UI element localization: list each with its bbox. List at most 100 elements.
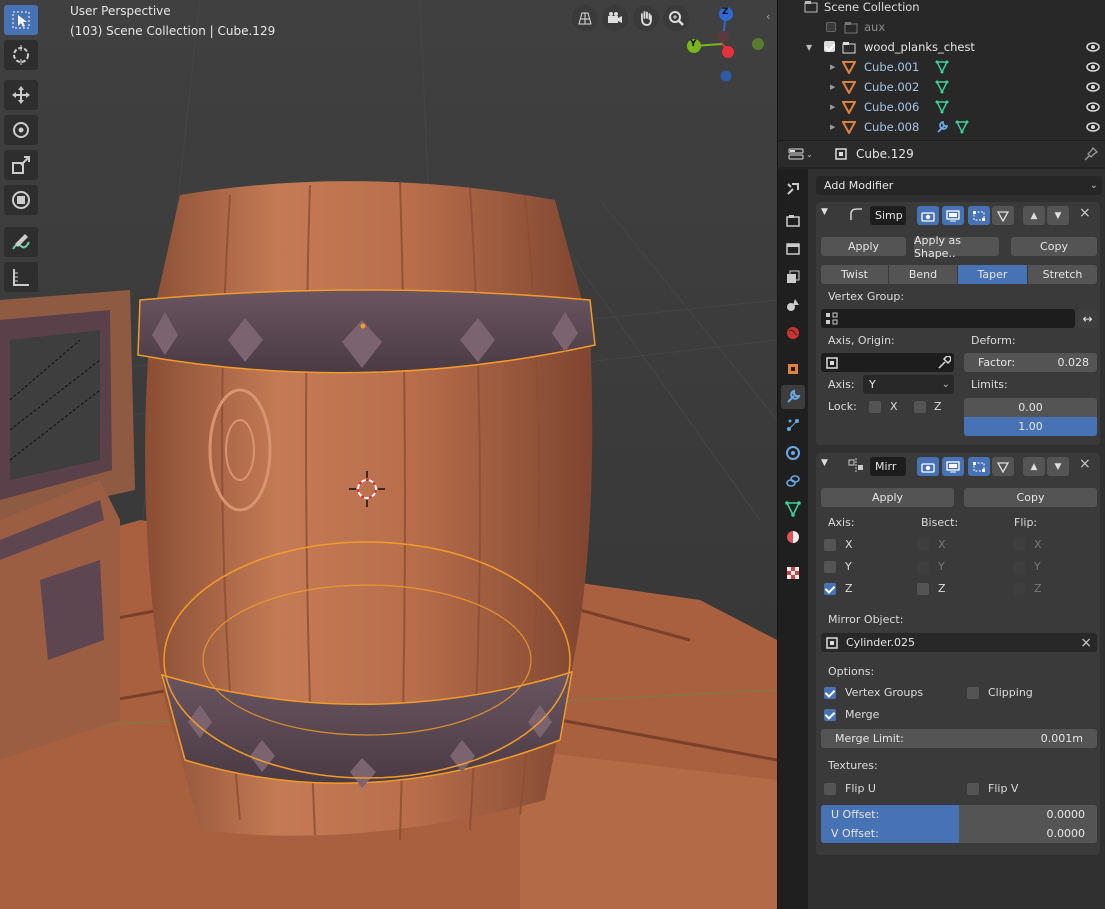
- mode-bend-button[interactable]: Bend: [889, 265, 957, 284]
- cage-display-toggle[interactable]: [992, 206, 1014, 225]
- move-up-button[interactable]: ▲: [1023, 206, 1045, 225]
- mesh-data-icon[interactable]: [955, 120, 969, 134]
- flip-v-checkbox[interactable]: [967, 783, 979, 795]
- merge-limit-field[interactable]: Merge Limit: 0.001m: [821, 729, 1097, 748]
- eyedropper-icon[interactable]: [937, 355, 951, 370]
- select-box-tool[interactable]: [4, 5, 38, 35]
- camera-view-button[interactable]: [602, 5, 628, 31]
- u-offset-slider[interactable]: U Offset: 0.0000: [821, 805, 1097, 824]
- vertex-group-field[interactable]: [821, 309, 1075, 328]
- viewport-display-toggle[interactable]: [942, 206, 964, 225]
- tab-world[interactable]: [781, 321, 805, 345]
- eye-visibility-icon[interactable]: [1086, 40, 1100, 54]
- axis-dropdown[interactable]: Y ⌄: [863, 375, 954, 394]
- expand-arrow-icon[interactable]: ▶: [830, 63, 835, 71]
- rotate-tool[interactable]: [4, 115, 38, 145]
- tab-particles[interactable]: [781, 413, 805, 437]
- tab-material[interactable]: [781, 525, 805, 549]
- flip-y-checkbox[interactable]: [1013, 561, 1025, 573]
- mesh-data-icon[interactable]: [935, 60, 949, 74]
- tab-view-layer[interactable]: [781, 265, 805, 289]
- outliner-row-cube-008[interactable]: ▶ Cube.008: [778, 117, 1105, 137]
- v-offset-slider[interactable]: V Offset: 0.0000: [821, 824, 1097, 843]
- clipping-checkbox[interactable]: [967, 687, 979, 699]
- close-icon[interactable]: ×: [1079, 205, 1091, 221]
- eye-visibility-icon[interactable]: [1086, 80, 1100, 94]
- lock-z-checkbox[interactable]: [914, 401, 926, 413]
- clear-icon[interactable]: ×: [1080, 635, 1092, 651]
- eye-visibility-icon[interactable]: [1086, 100, 1100, 114]
- pin-icon[interactable]: [1084, 147, 1098, 161]
- mesh-data-icon[interactable]: [935, 100, 949, 114]
- 3d-viewport[interactable]: User Perspective (103) Scene Collection …: [0, 0, 777, 909]
- copy-button[interactable]: Copy: [1011, 237, 1097, 256]
- transform-tool[interactable]: [4, 185, 38, 215]
- viewport-display-toggle[interactable]: [942, 457, 964, 476]
- axis-x-checkbox[interactable]: [824, 539, 836, 551]
- collapse-arrow-icon[interactable]: ▼: [821, 207, 828, 217]
- factor-field[interactable]: Factor: 0.028: [964, 353, 1097, 372]
- expand-arrow-icon[interactable]: ▶: [830, 123, 835, 131]
- editmode-toggle[interactable]: [917, 206, 939, 225]
- collapse-sidebar-icon[interactable]: ‹: [766, 10, 776, 24]
- limit-high-field[interactable]: 1.00: [964, 417, 1097, 436]
- close-icon[interactable]: ×: [1079, 456, 1091, 472]
- mode-taper-button[interactable]: Taper: [958, 265, 1027, 284]
- editor-type-dropdown[interactable]: ⌄: [788, 145, 820, 163]
- outliner-root-row[interactable]: Scene Collection: [778, 0, 1105, 17]
- expand-arrow-icon[interactable]: ▶: [830, 83, 835, 91]
- editmode-toggle[interactable]: [917, 457, 939, 476]
- expand-arrow-icon[interactable]: ▼: [806, 43, 812, 52]
- bisect-x-checkbox[interactable]: [917, 539, 929, 551]
- wrench-modifier-icon[interactable]: [935, 120, 949, 134]
- pan-view-button[interactable]: [633, 5, 659, 31]
- editmode-display-toggle[interactable]: [968, 206, 990, 225]
- mode-twist-button[interactable]: Twist: [821, 265, 888, 284]
- bisect-y-checkbox[interactable]: [917, 561, 929, 573]
- apply-button[interactable]: Apply: [821, 237, 906, 256]
- outliner-row-wood-planks-chest[interactable]: ▼ wood_planks_chest: [778, 37, 1105, 57]
- axis-z-checkbox[interactable]: [824, 583, 836, 595]
- tab-output[interactable]: [781, 237, 805, 261]
- copy-button[interactable]: Copy: [964, 488, 1097, 507]
- origin-object-field[interactable]: [821, 353, 954, 372]
- tab-tool[interactable]: [781, 177, 805, 201]
- outliner-row-cube-006[interactable]: ▶ Cube.006: [778, 97, 1105, 117]
- collection-exclude-checkbox[interactable]: [824, 41, 835, 52]
- tab-data[interactable]: [781, 497, 805, 521]
- move-down-button[interactable]: ▼: [1047, 457, 1069, 476]
- tab-object[interactable]: [781, 357, 805, 381]
- outliner-row-aux[interactable]: aux: [778, 17, 1105, 37]
- lock-x-checkbox[interactable]: [869, 401, 881, 413]
- bisect-z-checkbox[interactable]: [917, 583, 929, 595]
- flip-x-checkbox[interactable]: [1013, 539, 1025, 551]
- vertex-groups-checkbox[interactable]: [824, 687, 836, 699]
- invert-vertex-group-button[interactable]: ↔: [1078, 309, 1097, 328]
- add-modifier-dropdown[interactable]: Add Modifier ⌄: [816, 176, 1102, 195]
- flip-u-checkbox[interactable]: [824, 783, 836, 795]
- annotate-tool[interactable]: [4, 227, 38, 257]
- apply-as-shape-button[interactable]: Apply as Shape..: [914, 234, 999, 260]
- collapse-arrow-icon[interactable]: ▼: [821, 458, 828, 468]
- outliner-row-cube-001[interactable]: ▶ Cube.001: [778, 57, 1105, 77]
- flip-z-checkbox[interactable]: [1013, 583, 1025, 595]
- merge-checkbox[interactable]: [824, 709, 836, 721]
- cage-display-toggle[interactable]: [992, 457, 1014, 476]
- apply-button[interactable]: Apply: [821, 488, 954, 507]
- tab-modifiers[interactable]: [781, 385, 805, 409]
- limit-low-field[interactable]: 0.00: [964, 398, 1097, 417]
- tab-texture[interactable]: [781, 561, 805, 585]
- mesh-data-icon[interactable]: [935, 80, 949, 94]
- cursor-tool[interactable]: [4, 40, 38, 70]
- modifier-name-field[interactable]: Simp: [870, 206, 906, 225]
- move-down-button[interactable]: ▼: [1047, 206, 1069, 225]
- tab-physics[interactable]: [781, 441, 805, 465]
- move-up-button[interactable]: ▲: [1023, 457, 1045, 476]
- eye-visibility-icon[interactable]: [1086, 60, 1100, 74]
- navigation-gizmo[interactable]: Z Y: [684, 4, 768, 88]
- tab-constraints[interactable]: [781, 469, 805, 493]
- collection-exclude-checkbox[interactable]: [826, 22, 836, 32]
- tab-render[interactable]: [781, 209, 805, 233]
- move-tool[interactable]: [4, 80, 38, 110]
- mode-stretch-button[interactable]: Stretch: [1028, 265, 1097, 284]
